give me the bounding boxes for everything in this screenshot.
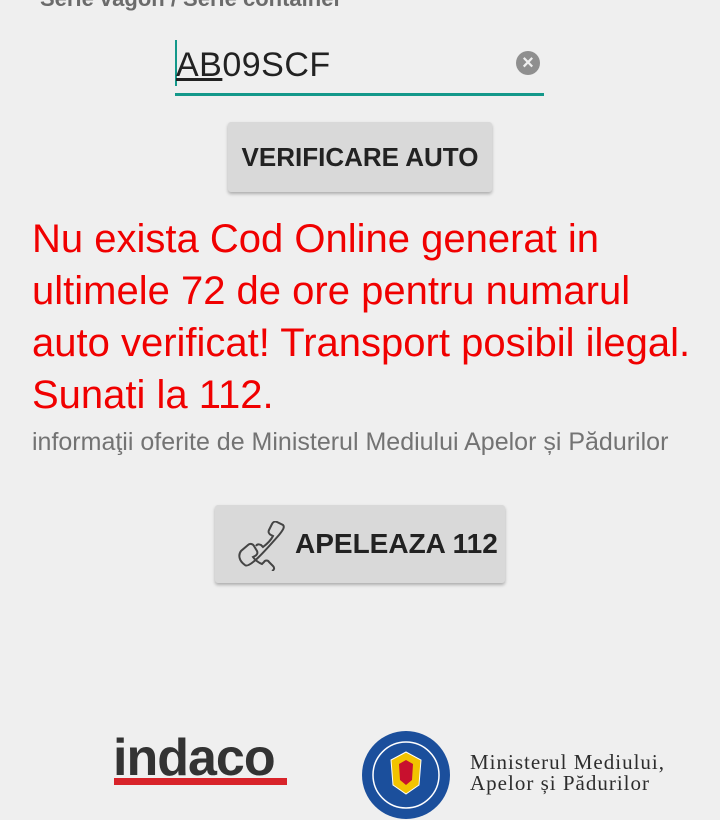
result-message: Nu exista Cod Online generat in ultimele… [32,217,691,417]
call-button-label: APELEAZA 112 [295,528,498,559]
plate-input-value[interactable]: AB09SCF [176,46,331,85]
verify-button[interactable]: VERIFICARE AUTO [228,122,492,192]
call-112-button[interactable]: APELEAZA 112 [215,505,505,583]
government-seal-icon [362,731,450,819]
source-info: informaţii oferite de Ministerul Mediulu… [32,428,669,456]
ministry-line-1: Ministerul Mediului, [470,750,665,774]
plate-input-composing: AB [176,46,223,84]
phone-icon [238,521,285,571]
indaco-logo-bar [114,778,287,785]
plate-input-rest: 09SCF [222,46,331,84]
clear-icon[interactable]: × [516,51,540,75]
field-label: Serie vagon / Serie container [40,0,342,12]
ministry-logo-text: Ministerul Mediului, Apelor și Pădurilor [470,752,665,794]
plate-input[interactable]: AB09SCF × [175,40,544,96]
ministry-line-2: Apelor și Pădurilor [470,771,650,795]
